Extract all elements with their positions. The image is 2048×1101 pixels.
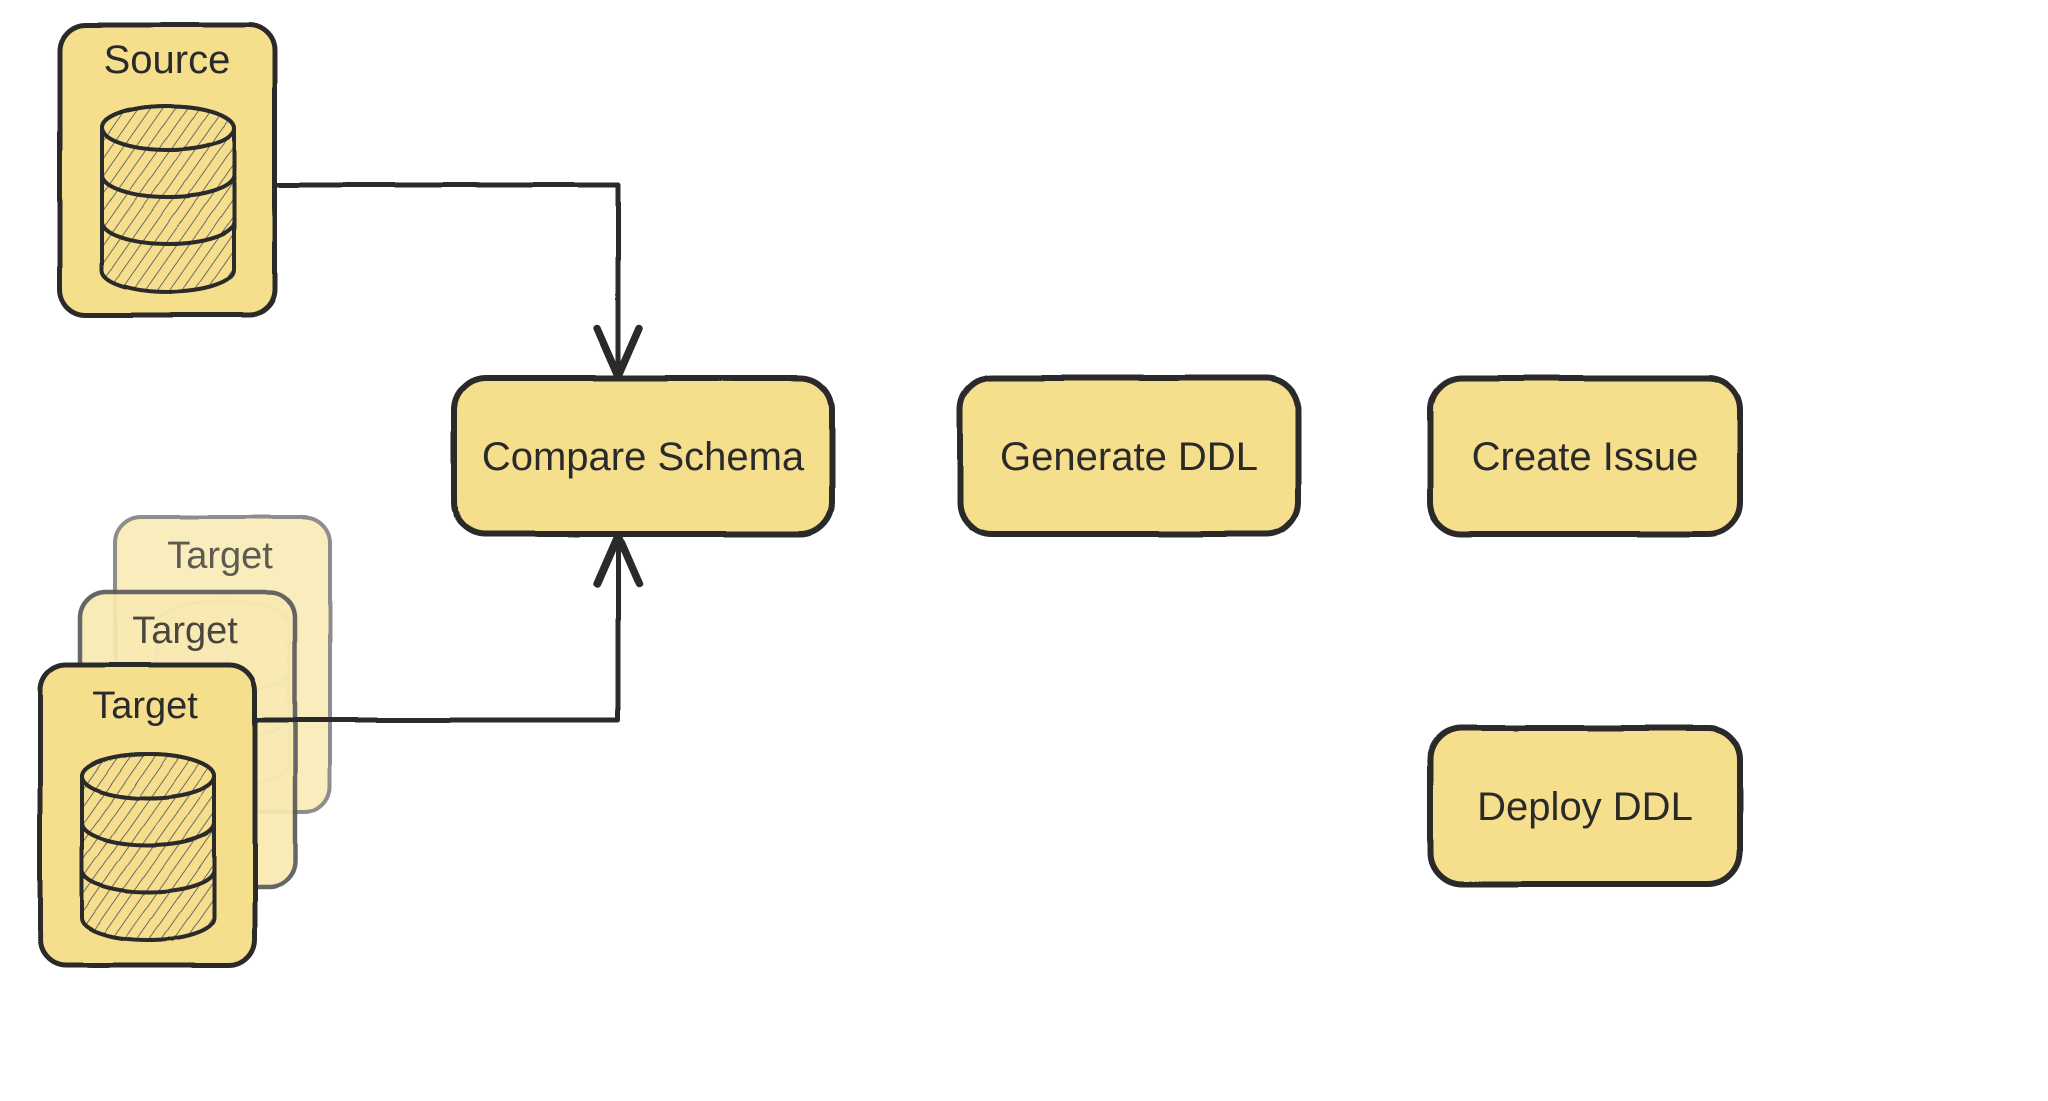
label-target-front: Target: [92, 685, 198, 727]
label-generate-ddl: Generate DDL: [1000, 435, 1258, 479]
database-icon: [82, 754, 214, 940]
edge-source-to-compare: [275, 185, 618, 370]
diagram-canvas: Source Target Target Targ: [0, 0, 2048, 1101]
label-target-back2: Target: [132, 610, 238, 652]
database-icon: [102, 106, 234, 292]
label-source: Source: [104, 38, 231, 82]
label-compare-schema: Compare Schema: [482, 435, 805, 479]
label-target-back1: Target: [167, 535, 273, 577]
label-deploy-ddl: Deploy DDL: [1477, 785, 1693, 829]
label-create-issue: Create Issue: [1472, 435, 1699, 479]
